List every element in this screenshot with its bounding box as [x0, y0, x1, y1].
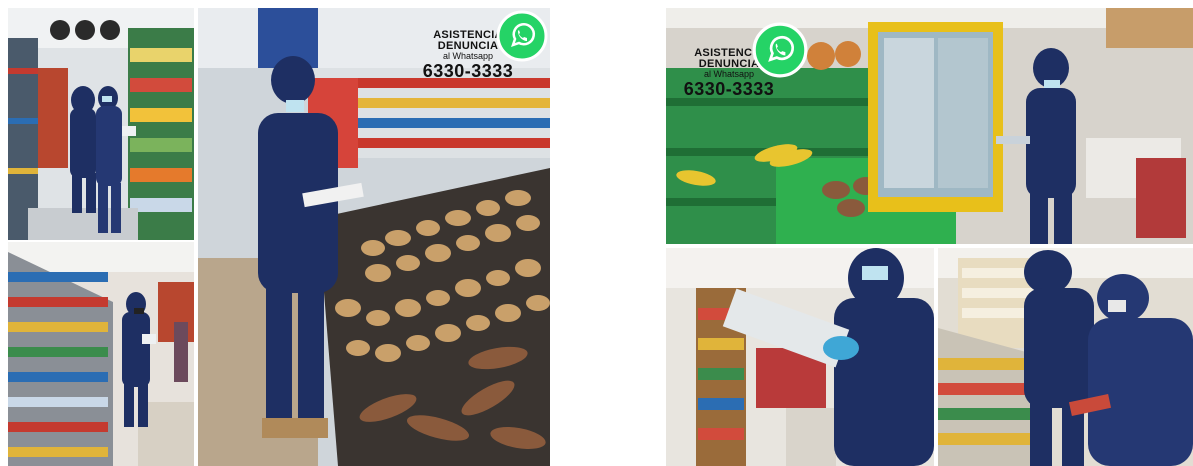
photo-shelf-inspectors [938, 248, 1193, 466]
whatsapp-icon [496, 10, 548, 62]
whatsapp-icon-right [752, 22, 808, 78]
photo-tablet-inspector [666, 248, 934, 466]
right-photo-collage: ASISTENCIA DENUNCIA al Whatsapp 6330-333… [664, 0, 1193, 466]
photo-potato-inspection: ASISTENCIA DENUNCIA al Whatsapp 6330-333… [198, 8, 550, 466]
badge-phone-right: 6330-3333 [683, 79, 775, 99]
photo-aisle-inspectors [8, 8, 194, 240]
photo-produce-fridge: ASISTENCIA DENUNCIA al Whatsapp 6330-333… [666, 8, 1193, 244]
photo-canned-aisle [8, 242, 194, 466]
left-photo-collage: ASISTENCIA DENUNCIA al Whatsapp 6330-333… [0, 0, 556, 466]
badge-phone: 6330-3333 [422, 61, 514, 81]
